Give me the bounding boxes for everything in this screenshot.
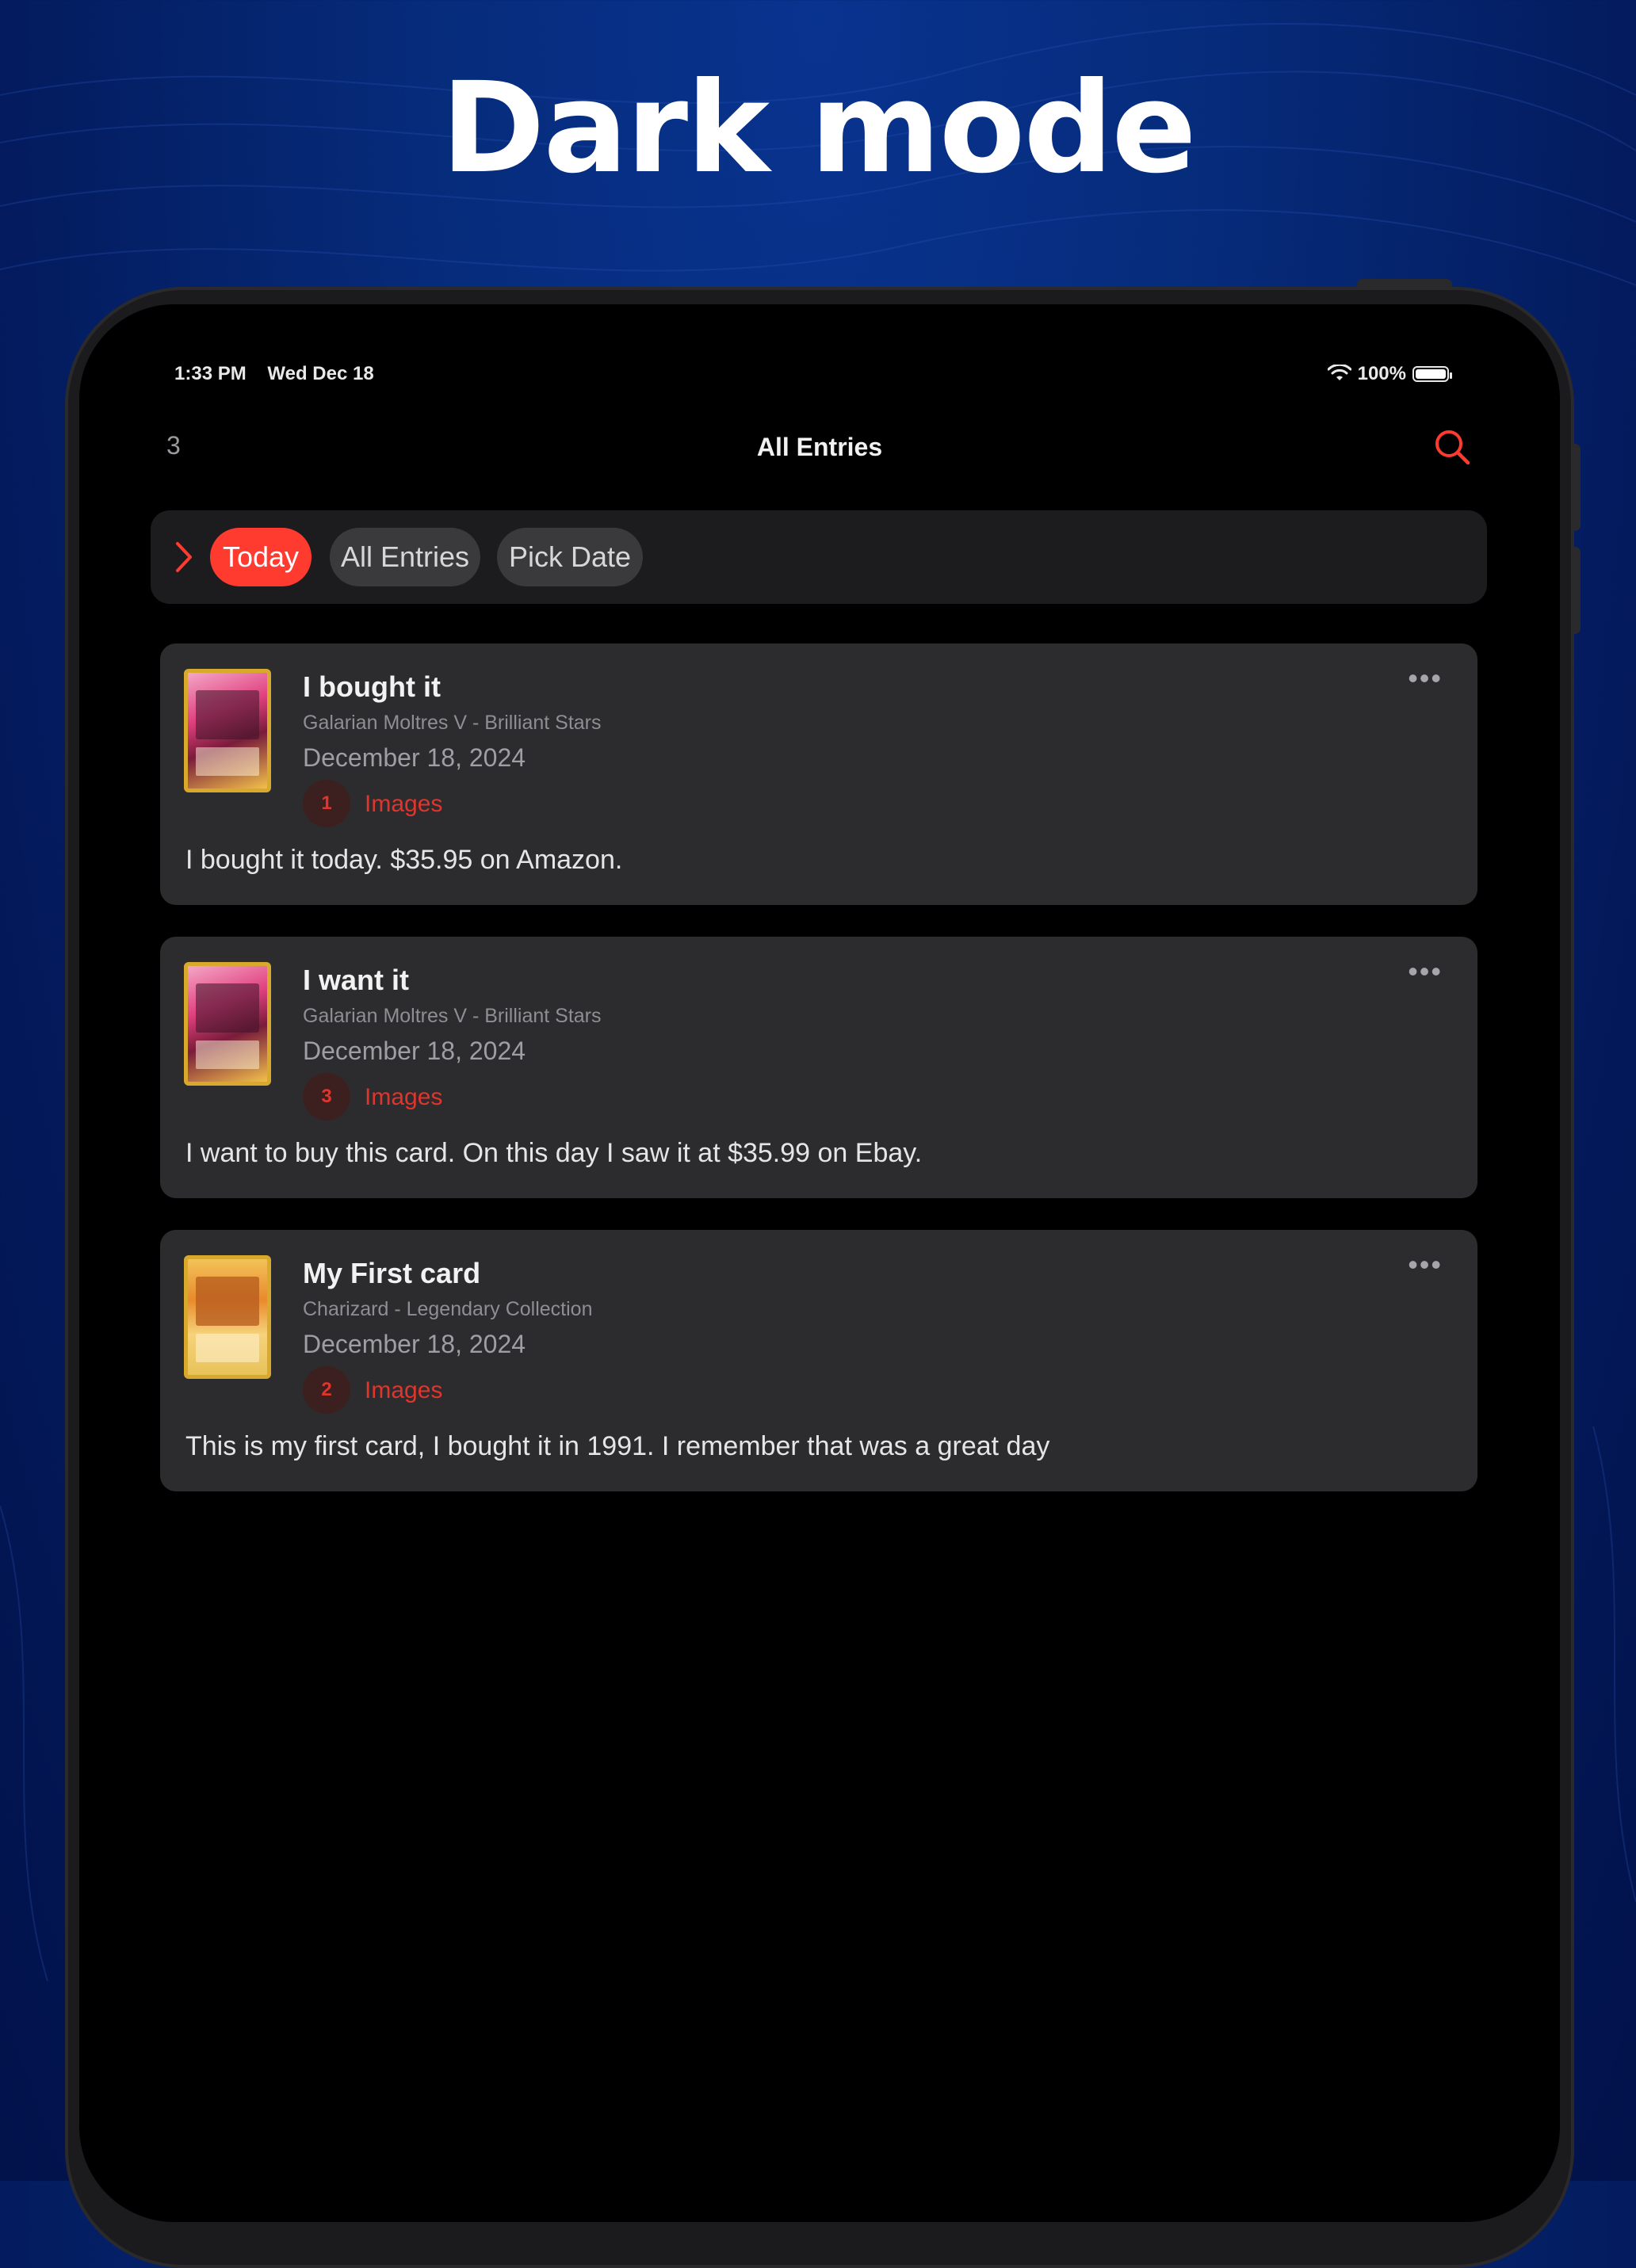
more-options-icon[interactable]: ••• xyxy=(1408,664,1443,693)
filter-today-button[interactable]: Today xyxy=(210,528,312,586)
chevron-right-icon[interactable] xyxy=(168,537,200,577)
entry-card[interactable]: I want it Galarian Moltres V - Brilliant… xyxy=(160,937,1477,1198)
entry-title: I bought it xyxy=(303,670,441,703)
entry-card-name: Charizard - Legendary Collection xyxy=(303,1298,593,1320)
entry-title: I want it xyxy=(303,964,409,996)
entry-card-name: Galarian Moltres V - Brilliant Stars xyxy=(303,712,602,734)
page-title: All Entries xyxy=(756,433,883,461)
entry-card[interactable]: I bought it Galarian Moltres V - Brillia… xyxy=(160,643,1477,905)
status-bar: 1:33 PM Wed Dec 18 100% xyxy=(174,363,1452,395)
filter-pick-date-button[interactable]: Pick Date xyxy=(497,528,643,586)
entry-date: December 18, 2024 xyxy=(303,1037,526,1065)
image-count-badge[interactable]: 2 xyxy=(303,1366,350,1414)
date-filter-bar: Today All Entries Pick Date xyxy=(151,510,1487,604)
more-options-icon[interactable]: ••• xyxy=(1408,957,1443,986)
image-count-badge[interactable]: 1 xyxy=(303,780,350,827)
image-count-badge[interactable]: 3 xyxy=(303,1073,350,1121)
battery-icon xyxy=(1412,366,1452,382)
entry-title: My First card xyxy=(303,1257,481,1289)
entry-card-name: Galarian Moltres V - Brilliant Stars xyxy=(303,1005,602,1027)
battery-percent: 100% xyxy=(1357,363,1406,384)
entry-note: This is my first card, I bought it in 19… xyxy=(185,1431,1050,1461)
more-options-icon[interactable]: ••• xyxy=(1408,1250,1443,1279)
card-thumbnail xyxy=(184,1255,271,1379)
status-date: Wed Dec 18 xyxy=(267,363,374,384)
entry-date: December 18, 2024 xyxy=(303,1330,526,1358)
entry-card[interactable]: My First card Charizard - Legendary Coll… xyxy=(160,1230,1477,1491)
entry-date: December 18, 2024 xyxy=(303,743,526,772)
app-screen: 1:33 PM Wed Dec 18 100% 3 All Entries To… xyxy=(79,304,1560,2222)
search-icon[interactable] xyxy=(1432,426,1473,468)
images-link[interactable]: Images xyxy=(365,1084,442,1111)
navigation-bar: 3 All Entries xyxy=(79,415,1560,471)
wifi-icon xyxy=(1327,365,1351,380)
entry-note: I bought it today. $35.95 on Amazon. xyxy=(185,845,623,875)
entry-note: I want to buy this card. On this day I s… xyxy=(185,1138,923,1168)
status-time: 1:33 PM xyxy=(174,363,247,384)
card-thumbnail xyxy=(184,669,271,792)
card-thumbnail xyxy=(184,962,271,1086)
images-link[interactable]: Images xyxy=(365,791,442,818)
images-link[interactable]: Images xyxy=(365,1377,442,1404)
headline: Dark mode xyxy=(441,55,1196,201)
filter-all-entries-button[interactable]: All Entries xyxy=(330,528,480,586)
